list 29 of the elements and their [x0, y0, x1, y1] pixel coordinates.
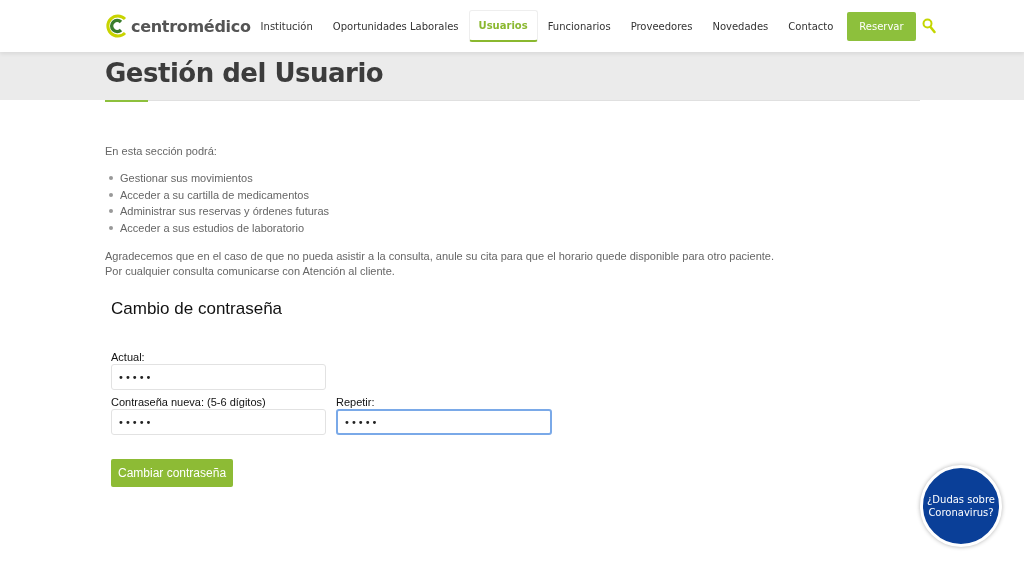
- password-field[interactable]: •••••: [111, 409, 326, 435]
- bullet-icon: [109, 225, 113, 230]
- nav-link[interactable]: Funcionarios: [537, 10, 621, 42]
- search-icon[interactable]: [921, 18, 936, 34]
- field-label: Repetir:: [336, 396, 376, 408]
- page-title: Gestión del Usuario: [105, 58, 384, 88]
- logo-text[interactable]: centromédico: [131, 16, 251, 36]
- feature-item: Administrar sus reservas y órdenes futuras: [120, 204, 330, 219]
- nav-link[interactable]: Contacto: [778, 10, 844, 42]
- nav-link[interactable]: Novedades: [702, 10, 779, 42]
- note-text: Agradecemos que en el caso de que no pueda asistir a la consulta, anule su cita para que el horario quede disponible para otro paciente.: [105, 249, 775, 264]
- feature-item: Acceder a su cartilla de medicamentos: [120, 187, 309, 203]
- field-label: Contraseña nueva: (5-6 dígitos): [111, 396, 267, 408]
- form-title: Cambio de contraseña: [111, 299, 284, 319]
- logo-icon: [106, 14, 128, 38]
- feature-item: Acceder a sus estudios de laboratorio: [120, 220, 305, 236]
- intro-text: En esta sección podrá:: [105, 145, 218, 157]
- bullet-icon: [109, 209, 113, 214]
- nav-link[interactable]: Institución: [250, 10, 323, 42]
- password-field[interactable]: •••••: [111, 364, 326, 390]
- bullet-icon: [109, 176, 113, 181]
- feature-item: Gestionar sus movimientos: [120, 171, 253, 186]
- bullet-icon: [109, 192, 113, 197]
- password-field[interactable]: •••••: [336, 409, 552, 435]
- coronavirus-badge[interactable]: ¿Dudas sobre Coronavirus?: [920, 465, 1002, 547]
- nav-link[interactable]: Proveedores: [620, 10, 703, 42]
- field-label: Actual:: [111, 351, 146, 363]
- note-text: Por cualquier consulta comunicarse con Atención al cliente.: [105, 264, 396, 279]
- nav-link[interactable]: Oportunidades Laborales: [322, 10, 469, 42]
